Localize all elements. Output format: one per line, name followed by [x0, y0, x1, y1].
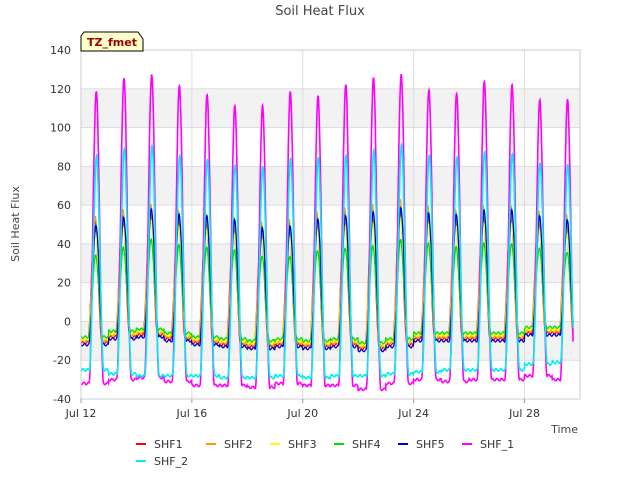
- y-tick-label: 140: [50, 44, 71, 57]
- legend-label: SHF_2: [154, 455, 188, 468]
- legend-label: SHF1: [154, 438, 183, 451]
- x-tick-label: Jul 20: [286, 407, 318, 420]
- y-tick-label: 0: [64, 315, 71, 328]
- badge: TZ_fmet: [80, 31, 144, 52]
- y-tick-label: 100: [50, 122, 71, 135]
- y-tick-label: 20: [57, 277, 71, 290]
- y-tick-label: 40: [57, 238, 71, 251]
- x-axis-label: Time: [550, 423, 578, 436]
- legend-label: SHF5: [416, 438, 445, 451]
- y-axis-label: Soil Heat Flux: [9, 186, 22, 262]
- chart-title: Soil Heat Flux: [275, 4, 365, 19]
- legend-label: SHF2: [224, 438, 253, 451]
- y-tick-label: 60: [57, 199, 71, 212]
- y-tick-label: -20: [53, 354, 71, 367]
- badge-label: TZ_fmet: [87, 36, 137, 49]
- x-tick-label: Jul 28: [508, 407, 540, 420]
- legend-label: SHF_1: [480, 438, 514, 451]
- x-tick-label: Jul 24: [397, 407, 429, 420]
- y-tick-label: 80: [57, 160, 71, 173]
- x-tick-label: Jul 12: [65, 407, 97, 420]
- chart-root: Soil Heat Flux Soil Heat Flux Time -40 -2…: [0, 0, 640, 480]
- legend: SHF1 SHF2 SHF3 SHF4 SHF5 SHF_1 SHF_2: [136, 438, 514, 468]
- grid-band: [81, 88, 580, 128]
- y-tick-label: -40: [53, 393, 71, 406]
- legend-label: SHF3: [288, 438, 317, 451]
- chart-svg: Soil Heat Flux Soil Heat Flux Time -40 -2…: [9, 4, 581, 468]
- grid-band: [81, 166, 580, 206]
- legend-label: SHF4: [352, 438, 381, 451]
- x-tick-label: Jul 16: [176, 407, 208, 420]
- y-tick-label: 120: [50, 83, 71, 96]
